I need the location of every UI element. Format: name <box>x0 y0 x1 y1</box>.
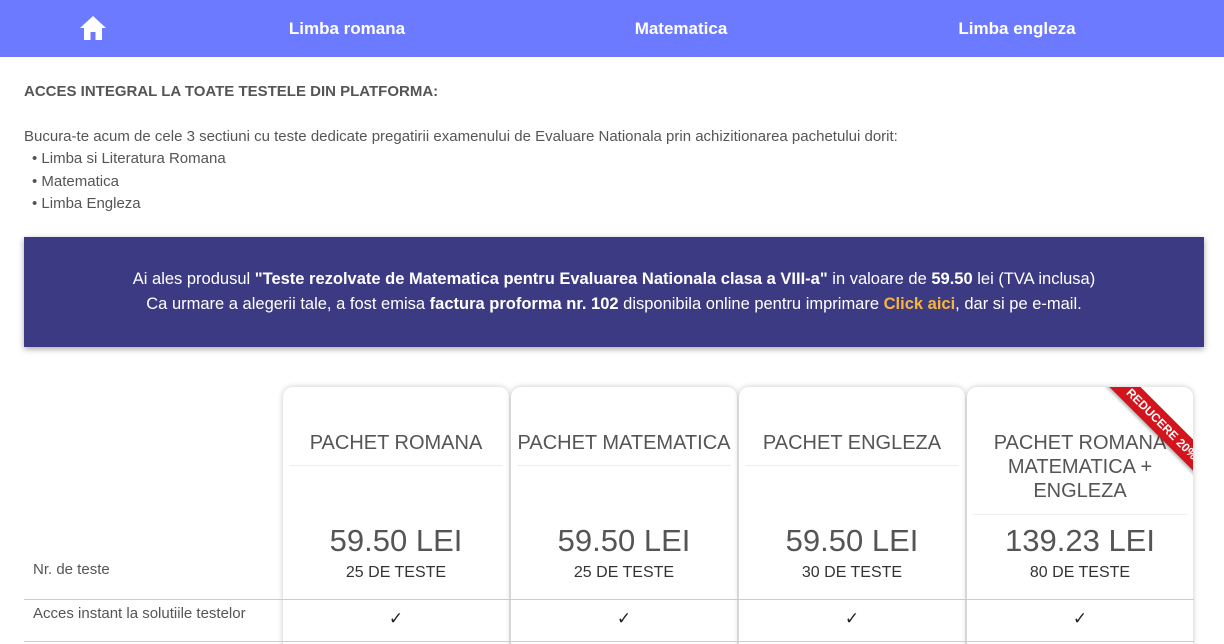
banner-text: lei (TVA inclusa) <box>972 270 1096 288</box>
subject-list: • Limba si Literatura Romana • Matematic… <box>32 150 226 218</box>
divider <box>517 465 731 466</box>
package-title: PACHET ENGLEZA <box>762 432 942 454</box>
banner-price: 59.50 <box>931 270 973 288</box>
package-card-engleza[interactable]: PACHET ENGLEZA 59.50 LEI 30 DE TESTE ✓ <box>739 387 965 644</box>
check-icon: ✓ <box>388 609 404 628</box>
package-test-count: 30 DE TESTE <box>801 564 903 581</box>
banner-text: Ca urmare a alegerii tale, a fost emisa <box>146 295 430 313</box>
package-price: 59.50 LEI <box>785 523 919 558</box>
check-icon: ✓ <box>844 609 860 628</box>
check-icon: ✓ <box>1072 609 1088 628</box>
nav-link-limba-engleza[interactable]: Limba engleza <box>917 0 1117 57</box>
section-title: ACCES INTEGRAL LA TOATE TESTELE DIN PLAT… <box>24 83 439 100</box>
banner-invoice-number: factura proforma nr. 102 <box>429 295 619 313</box>
list-item: • Limba si Literatura Romana <box>32 150 226 167</box>
list-item: • Limba Engleza <box>32 195 141 212</box>
banner-text: in valoare de <box>827 270 932 288</box>
row-divider <box>24 641 1194 642</box>
nav-link-limba-romana[interactable]: Limba romana <box>247 0 447 57</box>
banner-text: , dar si pe e-mail. <box>955 295 1082 313</box>
divider <box>973 514 1187 515</box>
list-item: • Matematica <box>32 172 119 190</box>
home-icon[interactable] <box>79 15 107 41</box>
package-card-romana[interactable]: PACHET ROMANA 59.50 LEI 25 DE TESTE ✓ <box>283 387 509 644</box>
intro-text: Bucura-te acum de cele 3 sectiuni cu tes… <box>24 128 898 145</box>
banner-line-product: Ai ales produsul "Teste rezolvate de Mat… <box>24 270 1204 289</box>
nav-link-matematica[interactable]: Matematica <box>581 0 781 57</box>
package-card-bundle[interactable]: PACHET ROMANA MATEMATICA + ENGLEZA 139.2… <box>967 387 1193 644</box>
top-navbar: Limba romana Matematica Limba engleza <box>0 0 1224 57</box>
divider <box>289 465 503 466</box>
banner-product-name: "Teste rezolvate de Matematica pentru Ev… <box>254 270 828 288</box>
package-price: 59.50 LEI <box>557 523 691 558</box>
banner-text: disponibila online pentru imprimare <box>618 295 884 313</box>
package-card-matematica[interactable]: PACHET MATEMATICA 59.50 LEI 25 DE TESTE … <box>511 387 737 644</box>
order-confirmation-banner: Ai ales produsul "Teste rezolvate de Mat… <box>24 237 1204 347</box>
check-icon: ✓ <box>616 609 632 628</box>
package-test-count: 25 DE TESTE <box>345 564 447 581</box>
row-divider <box>24 599 1194 600</box>
discount-ribbon-label: REDUCERE 20% <box>1094 387 1193 492</box>
package-price: 59.50 LEI <box>329 523 463 558</box>
discount-ribbon: REDUCERE 20% <box>1083 387 1193 497</box>
banner-text: Ai ales produsul <box>132 270 255 288</box>
package-title: PACHET MATEMATICA <box>517 432 731 454</box>
divider <box>745 465 959 466</box>
row-label-instant-access: Acces instant la solutiile testelor <box>33 605 246 622</box>
home-icon-graphic <box>80 16 106 40</box>
package-test-count: 25 DE TESTE <box>573 564 675 581</box>
package-title: PACHET ROMANA <box>309 432 483 454</box>
print-invoice-link[interactable]: Click aici <box>884 295 956 313</box>
row-label-test-count: Nr. de teste <box>33 561 110 578</box>
package-test-count: 80 DE TESTE <box>1029 564 1131 581</box>
package-price: 139.23 LEI <box>1005 523 1155 558</box>
banner-line-invoice: Ca urmare a alegerii tale, a fost emisa … <box>24 295 1204 314</box>
